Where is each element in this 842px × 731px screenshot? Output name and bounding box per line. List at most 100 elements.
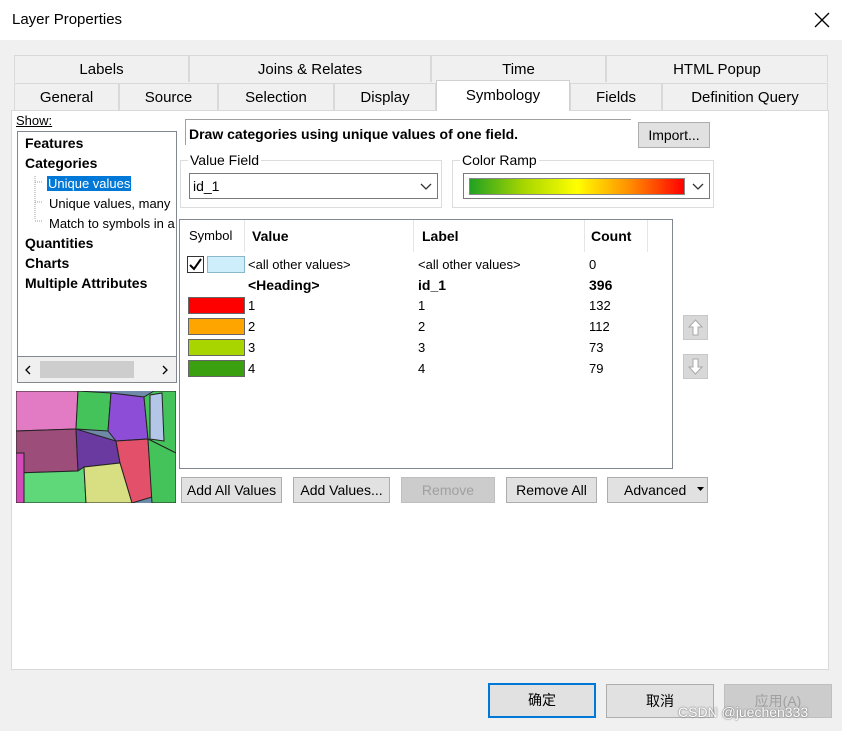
symbol-swatch[interactable] (188, 318, 245, 335)
row-count: 0 (589, 257, 597, 272)
import-button[interactable]: Import... (638, 122, 710, 148)
add-all-values-button[interactable]: Add All Values (181, 477, 282, 503)
column-header-value[interactable]: Value (245, 220, 414, 252)
tab-selection[interactable]: Selection (218, 83, 334, 110)
tab-label: HTML Popup (673, 61, 761, 78)
column-header-count[interactable]: Count (585, 220, 648, 252)
tab-definition-query[interactable]: Definition Query (662, 83, 828, 110)
all-other-values-checkbox[interactable] (187, 256, 204, 273)
row-count: 79 (589, 361, 604, 376)
row-value[interactable]: 1 (248, 298, 255, 313)
tab-time[interactable]: Time (431, 55, 606, 82)
scroll-left-icon[interactable] (24, 365, 32, 375)
watermark-text: CSDN @juechen333 (678, 704, 809, 720)
tab-symbology[interactable]: Symbology (436, 80, 570, 111)
tab-label: Joins & Relates (257, 61, 363, 78)
tab-labels[interactable]: Labels (14, 55, 189, 82)
row-value[interactable]: 2 (248, 319, 255, 334)
remove-button[interactable]: Remove (401, 477, 495, 503)
tree-item-label: Match to symbols in a (49, 216, 175, 231)
description-box: Draw categories using unique values of o… (185, 119, 631, 149)
tab-label: Display (360, 89, 410, 106)
tree-item-label: Multiple Attributes (25, 275, 148, 291)
description-top-line (185, 119, 631, 120)
row-value[interactable]: <all other values> (248, 257, 351, 272)
tab-label: Symbology (465, 87, 541, 104)
tree-item-label: Features (25, 135, 84, 151)
scrollbar-thumb[interactable] (40, 361, 134, 378)
move-up-button[interactable] (683, 315, 708, 340)
tab-display[interactable]: Display (334, 83, 436, 110)
tab-source[interactable]: Source (119, 83, 218, 110)
tab-label: Labels (79, 61, 124, 78)
arrow-down-icon (687, 358, 704, 375)
tab-html-popup[interactable]: HTML Popup (606, 55, 828, 82)
row-value[interactable]: 3 (248, 340, 255, 355)
row-value[interactable]: 4 (248, 361, 255, 376)
column-header-symbol[interactable]: Symbol (181, 220, 245, 252)
color-ramp-dropdown[interactable] (463, 173, 710, 199)
window-title: Layer Properties (12, 11, 123, 28)
row-label[interactable]: 4 (418, 361, 425, 376)
symbol-swatch[interactable] (188, 339, 245, 356)
tree-item-unique-values-many[interactable]: Unique values, many (49, 196, 170, 211)
tab-label: Fields (595, 89, 636, 106)
tree-item-features[interactable]: Features (25, 135, 83, 151)
arrow-up-icon (687, 319, 704, 336)
color-ramp-preview (469, 178, 685, 195)
symbology-preview-map (16, 391, 176, 503)
show-tree[interactable]: Features Categories Unique values Unique… (17, 131, 177, 357)
advanced-label: Advanced (624, 482, 687, 498)
row-count: 112 (589, 319, 610, 334)
tree-item-unique-values[interactable]: Unique values (47, 176, 132, 191)
row-count: 73 (589, 340, 604, 355)
tree-horizontal-scrollbar[interactable] (17, 357, 177, 383)
symbol-swatch[interactable] (188, 297, 245, 314)
description-left-line (185, 119, 186, 145)
value-field-label: Value Field (188, 152, 262, 168)
row-label[interactable]: 3 (418, 340, 425, 355)
tab-label: Definition Query (691, 89, 799, 106)
tab-label: Source (144, 89, 193, 106)
close-icon[interactable] (812, 10, 832, 30)
tree-item-quantities[interactable]: Quantities (25, 235, 93, 251)
chevron-down-icon[interactable] (417, 174, 435, 198)
row-label-heading[interactable]: id_1 (418, 277, 446, 293)
ok-button[interactable]: 确定 (488, 683, 596, 718)
add-values-button[interactable]: Add Values... (293, 477, 390, 503)
tree-item-label: Unique values (47, 176, 132, 191)
tree-item-multiple-attributes[interactable]: Multiple Attributes (25, 275, 147, 291)
scroll-right-icon[interactable] (161, 365, 169, 375)
show-label: Show: (16, 113, 53, 128)
value-field-dropdown[interactable]: id_1 (189, 173, 438, 199)
move-down-button[interactable] (683, 354, 708, 379)
tab-joins-relates[interactable]: Joins & Relates (189, 55, 431, 82)
tree-item-label: Categories (25, 155, 98, 171)
column-header-label[interactable]: Label (414, 220, 585, 252)
advanced-button[interactable]: Advanced (607, 477, 708, 503)
row-label[interactable]: 2 (418, 319, 425, 334)
tab-fields[interactable]: Fields (570, 83, 662, 110)
tab-label: Time (502, 61, 535, 78)
check-icon (189, 258, 202, 271)
row-label[interactable]: 1 (418, 298, 425, 313)
row-value-heading[interactable]: <Heading> (248, 277, 320, 293)
tab-general[interactable]: General (14, 83, 119, 110)
tree-item-match-to-symbols[interactable]: Match to symbols in a (49, 216, 175, 231)
tree-item-categories[interactable]: Categories (25, 155, 97, 171)
value-field-value: id_1 (193, 178, 220, 194)
tree-lines-icon (34, 176, 43, 222)
tab-label: General (39, 89, 94, 106)
row-label[interactable]: <all other values> (418, 257, 521, 272)
tree-item-charts[interactable]: Charts (25, 255, 69, 271)
color-ramp-label: Color Ramp (460, 152, 539, 168)
tree-item-label: Charts (25, 255, 70, 271)
row-count-heading: 396 (589, 277, 613, 293)
symbol-swatch-all-other[interactable] (207, 256, 245, 273)
description-text: Draw categories using unique values of o… (189, 126, 519, 142)
title-bar (0, 0, 842, 40)
remove-all-button[interactable]: Remove All (506, 477, 597, 503)
tree-item-label: Quantities (25, 235, 94, 251)
chevron-down-icon[interactable] (689, 174, 707, 198)
symbol-swatch[interactable] (188, 360, 245, 377)
